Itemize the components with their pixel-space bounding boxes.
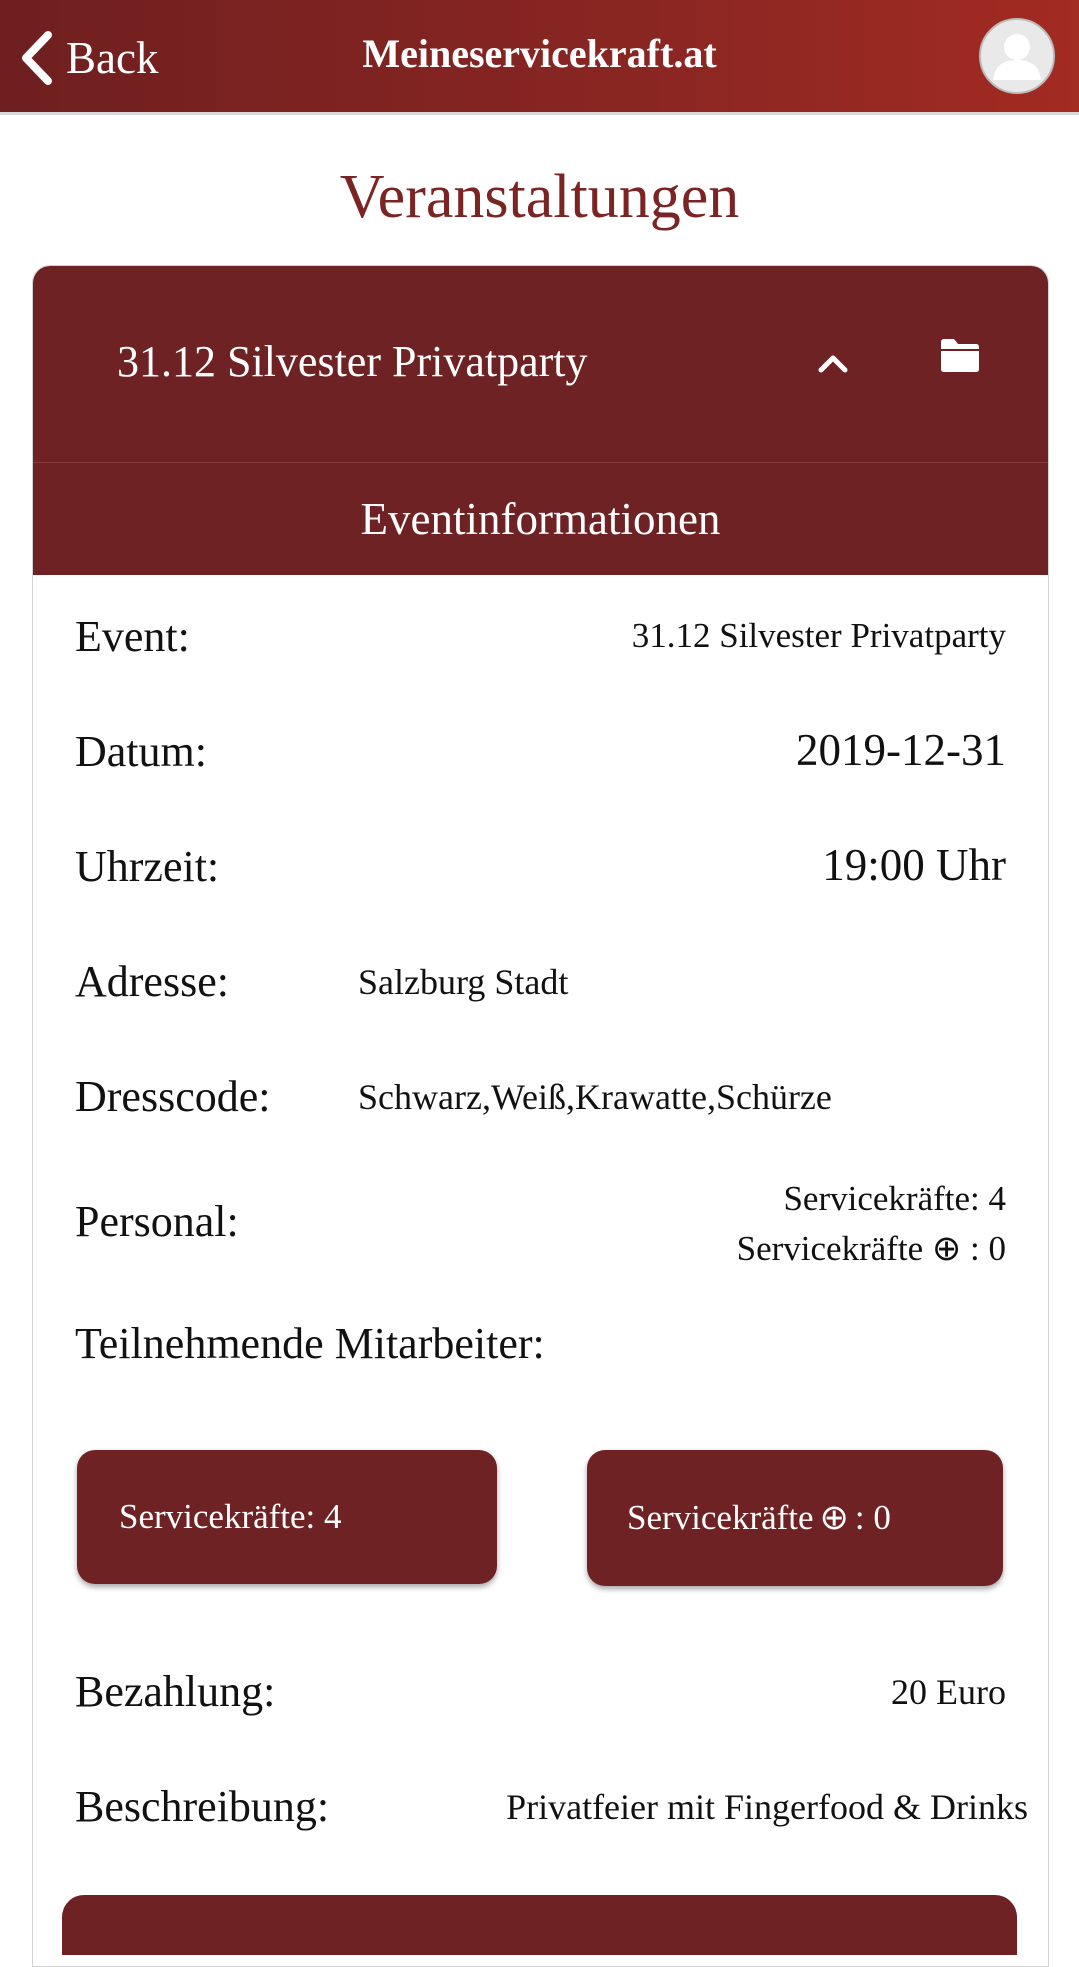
user-avatar-icon[interactable]	[979, 18, 1055, 94]
servicekraefte-button-label: Servicekräfte: 4	[119, 1497, 342, 1536]
folder-icon[interactable]	[939, 336, 981, 374]
top-bar: Back Meineservicekraft.at	[0, 0, 1079, 115]
event-info-heading: Eventinformationen	[33, 462, 1048, 575]
servicekraefte-plus-button[interactable]: Servicekräfte ⊕ : 0	[587, 1450, 1003, 1586]
uhrzeit-label: Uhrzeit:	[75, 842, 220, 891]
personal-servicekraefte: Servicekräfte: 4	[783, 1179, 1006, 1218]
personal-servicekraefte-plus: Servicekräfte ⊕ : 0	[737, 1224, 1006, 1274]
beschreibung-label: Beschreibung:	[75, 1782, 330, 1831]
adresse-label: Adresse:	[75, 957, 229, 1006]
page-title: Veranstaltungen	[339, 163, 740, 231]
uhrzeit-value: 19:00 Uhr	[822, 840, 1006, 890]
chevron-up-icon[interactable]	[816, 348, 850, 376]
datum-label: Datum:	[75, 727, 207, 776]
teilnehmende-label: Teilnehmende Mitarbeiter:	[75, 1319, 545, 1368]
event-label: Event:	[75, 612, 190, 661]
datum-value: 2019-12-31	[796, 725, 1006, 775]
event-card-title: 31.12 Silvester Privatparty	[117, 337, 588, 386]
circled-plus-icon: ⊕	[819, 1498, 849, 1538]
personal-plus-prefix: Servicekräfte	[736, 1229, 924, 1268]
event-card: 31.12 Silvester Privatparty Eventinforma…	[32, 265, 1049, 1967]
beschreibung-value: Privatfeier mit Fingerfood & Drinks	[506, 1787, 1028, 1827]
servicekraefte-plus-suffix: : 0	[854, 1498, 891, 1537]
adresse-value: Salzburg Stadt	[358, 962, 569, 1002]
personal-value: Servicekräfte: 4 Servicekräfte ⊕ : 0	[737, 1174, 1006, 1274]
brand-title: Meineservicekraft.at	[362, 31, 717, 76]
servicekraefte-button[interactable]: Servicekräfte: 4	[77, 1450, 497, 1584]
dresscode-label: Dresscode:	[75, 1072, 271, 1121]
bottom-action-button[interactable]	[62, 1895, 1017, 1955]
bezahlung-value: 20 Euro	[891, 1672, 1006, 1712]
personal-plus-suffix: : 0	[970, 1229, 1006, 1268]
bezahlung-label: Bezahlung:	[75, 1667, 276, 1716]
event-card-header[interactable]: 31.12 Silvester Privatparty	[33, 266, 1048, 462]
servicekraefte-plus-prefix: Servicekräfte	[627, 1498, 814, 1537]
event-value: 31.12 Silvester Privatparty	[631, 616, 1006, 655]
dresscode-value: Schwarz,Weiß,Krawatte,Schürze	[358, 1077, 832, 1117]
personal-label: Personal:	[75, 1197, 239, 1246]
circled-plus-icon: ⊕	[931, 1229, 962, 1269]
